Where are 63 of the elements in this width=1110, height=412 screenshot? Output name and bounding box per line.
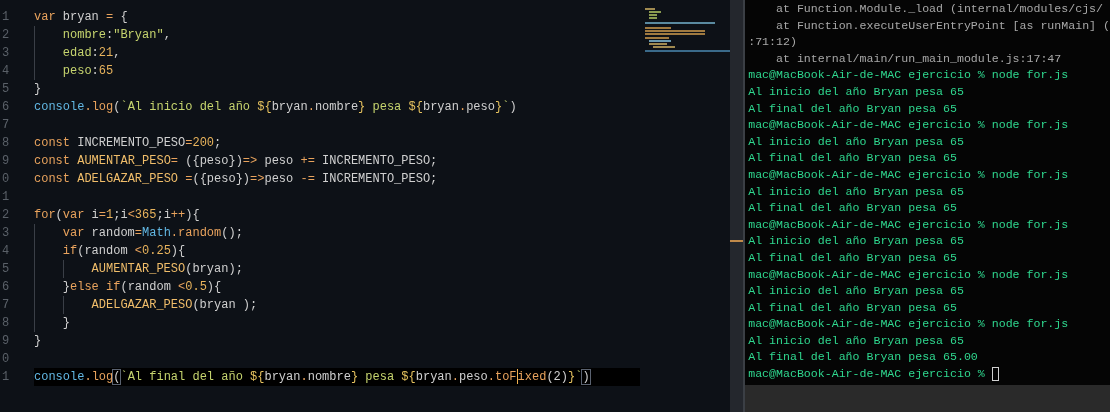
terminal-line: mac@MacBook-Air-de-MAC ejercicio % node for.js: [748, 117, 1069, 134]
code-line: const AUMENTAR_PESO= ({peso})=> peso += INCREMENTO_PESO;: [34, 153, 438, 170]
terminal-line: Al inicio del año Bryan pesa 65: [748, 183, 964, 200]
terminal-line: at Function.executeUserEntryPoint [as runMain] (: [775, 17, 1110, 34]
line-number: 6: [1, 279, 11, 296]
line-number: 2: [1, 207, 11, 224]
terminal-line: mac@MacBook-Air-de-MAC ejercicio % node for.js: [748, 166, 1069, 183]
terminal-line: mac@MacBook-Air-de-MAC ejercicio %: [748, 366, 985, 383]
line-number: 9: [1, 333, 11, 350]
terminal-line: :71:12): [748, 34, 797, 51]
terminal-line: Al inicio del año Bryan pesa 65: [748, 283, 964, 300]
code-line: }: [34, 81, 42, 98]
terminal-line: mac@MacBook-Air-de-MAC ejercicio % node for.js: [748, 316, 1069, 333]
code-line: peso:65: [34, 62, 114, 80]
line-number: 1: [1, 9, 11, 26]
line-number: 1: [1, 189, 11, 206]
line-number: 3: [1, 45, 11, 62]
terminal-line: Al final del año Bryan pesa 65.00: [748, 349, 978, 366]
terminal-line: Al inicio del año Bryan pesa 65: [748, 83, 964, 100]
terminal-line: Al final del año Bryan pesa 65: [748, 249, 957, 266]
terminal-line: Al final del año Bryan pesa 65: [748, 150, 957, 167]
line-number: 5: [1, 261, 11, 278]
terminal-line: mac@MacBook-Air-de-MAC ejercicio % node for.js: [748, 216, 1069, 233]
code-line: }: [34, 314, 70, 332]
line-number: 5: [1, 81, 11, 98]
code-line: AUMENTAR_PESO(bryan);: [34, 260, 243, 278]
code-line: nombre:"Bryan",: [34, 26, 171, 44]
line-number: 0: [1, 351, 11, 368]
line-number: 4: [1, 243, 11, 260]
line-number: 2: [1, 27, 11, 44]
line-number: 7: [1, 117, 11, 134]
code-line: const ADELGAZAR_PESO =({peso})=>peso -= INCREMENTO_PESO;: [34, 171, 438, 188]
terminal-line: Al final del año Bryan pesa 65: [748, 100, 957, 117]
code-line: edad:21,: [34, 44, 121, 62]
line-number: 3: [1, 225, 11, 242]
terminal-line: at Function.Module._load (internal/modules/cjs/: [775, 1, 1104, 17]
line-number: 6: [1, 99, 11, 116]
line-number: 7: [1, 297, 11, 314]
line-number: 0: [1, 171, 11, 188]
terminal-line: Al inicio del año Bryan pesa 65: [748, 233, 964, 250]
scrollbar-track[interactable]: [730, 0, 744, 412]
terminal-line: Al final del año Bryan pesa 65: [748, 299, 957, 316]
code-line: ADELGAZAR_PESO(bryan );: [34, 296, 258, 314]
code-line: if(random <0.25){: [34, 242, 186, 260]
terminal-line: Al final del año Bryan pesa 65: [748, 200, 957, 217]
line-number: 8: [1, 315, 11, 332]
code-line: const INCREMENTO_PESO=200;: [34, 135, 222, 152]
line-number: 1: [1, 369, 11, 386]
terminal-line: mac@MacBook-Air-de-MAC ejercicio % node for.js: [748, 266, 1069, 283]
terminal-line: Al inicio del año Bryan pesa 65: [748, 332, 964, 349]
code-line: }else if(random <0.5){: [34, 278, 222, 296]
code-line: }: [34, 333, 42, 350]
terminal-line: Al inicio del año Bryan pesa 65: [748, 133, 964, 150]
terminal-line: mac@MacBook-Air-de-MAC ejercicio % node for.js: [748, 67, 1069, 84]
line-number: 4: [1, 63, 11, 80]
minimap-drawing[interactable]: [645, 8, 730, 52]
code-line: for(var i=1;i<365;i++){: [34, 207, 200, 224]
code-line: var bryan = {: [34, 9, 128, 26]
code-line: console.log(`Al inicio del año ${bryan.nombre} pesa ${bryan.peso}`): [34, 99, 517, 116]
line-number: 9: [1, 153, 11, 170]
terminal-line: at internal/main/run_main_module.js:17:47: [775, 50, 1062, 67]
code-line: var random=Math.random();: [34, 224, 243, 242]
line-number: 8: [1, 135, 11, 152]
